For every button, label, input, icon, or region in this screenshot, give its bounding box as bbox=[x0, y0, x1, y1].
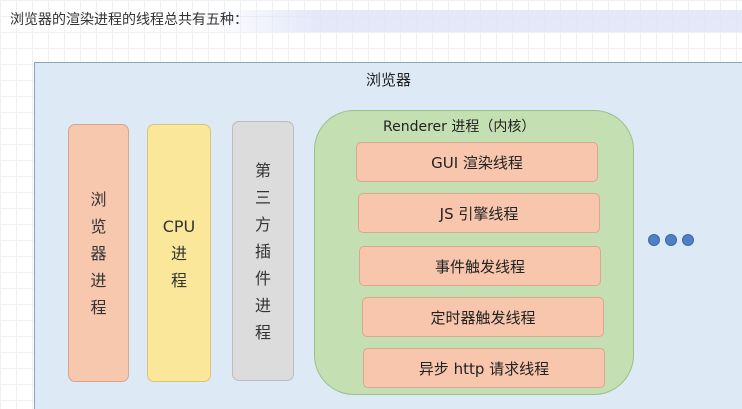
process-label-char: 插 bbox=[254, 241, 271, 261]
renderer-process-title: Renderer 进程（内核） bbox=[383, 119, 536, 135]
more-dots-icon bbox=[648, 234, 694, 248]
cpu-process-box: CPU 进 程 bbox=[147, 124, 211, 382]
browser-process-box: 浏 览 器 进 程 bbox=[68, 124, 129, 382]
thread-js-engine: JS 引擎线程 bbox=[358, 193, 600, 233]
process-label-char: 件 bbox=[254, 268, 271, 288]
process-label-char: CPU bbox=[162, 216, 196, 236]
process-label-char: 程 bbox=[170, 270, 187, 290]
process-label-char: 进 bbox=[90, 270, 107, 290]
dot-shape bbox=[665, 234, 677, 246]
browser-frame-title: 浏览器 bbox=[366, 71, 412, 89]
process-label-char: 程 bbox=[254, 322, 271, 342]
thread-async-http: 异步 http 请求线程 bbox=[363, 348, 605, 388]
thread-event-trigger: 事件触发线程 bbox=[359, 246, 601, 286]
process-label-char: 览 bbox=[90, 216, 107, 236]
process-label-char: 进 bbox=[254, 295, 271, 315]
thread-timer-trigger: 定时器触发线程 bbox=[362, 297, 604, 337]
intro-text: 浏览器的渲染进程的线程总共有五种： bbox=[10, 12, 248, 28]
dot-shape bbox=[682, 234, 694, 246]
process-label-char: 方 bbox=[254, 214, 271, 234]
plugin-process-box: 第 三 方 插 件 进 程 bbox=[232, 121, 294, 381]
process-label-char: 三 bbox=[254, 187, 271, 207]
process-label-char: 程 bbox=[90, 297, 107, 317]
intro-highlight bbox=[208, 10, 742, 32]
dot-shape bbox=[648, 234, 660, 246]
process-label-char: 器 bbox=[90, 243, 107, 263]
process-label-char: 第 bbox=[254, 160, 271, 180]
thread-gui-render: GUI 渲染线程 bbox=[356, 142, 598, 182]
process-label-char: 浏 bbox=[90, 189, 107, 209]
process-label-char: 进 bbox=[170, 243, 187, 263]
